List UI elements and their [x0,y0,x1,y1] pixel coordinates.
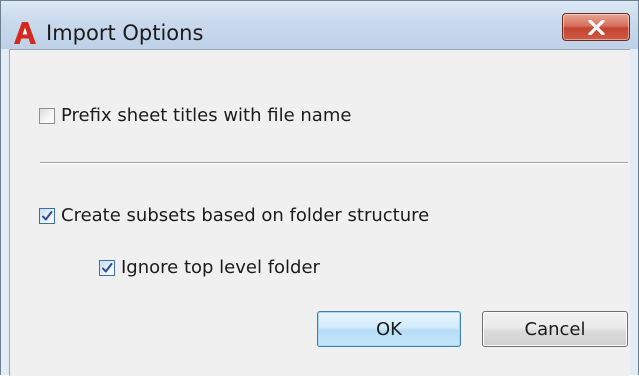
create-subsets-checkbox[interactable] [39,207,55,224]
separator [40,162,628,164]
import-options-dialog: Import Options Prefix sheet titles with … [0,0,639,376]
window-title: Import Options [46,21,204,45]
autodesk-a-icon [14,22,36,44]
create-subsets-option[interactable]: Create subsets based on folder structure [39,205,429,226]
create-subsets-label[interactable]: Create subsets based on folder structure [61,205,429,226]
prefix-titles-label[interactable]: Prefix sheet titles with file name [61,105,351,126]
checkmark-icon [42,210,53,220]
ok-button[interactable]: OK [317,311,461,347]
dialog-body: Prefix sheet titles with file name Creat… [9,49,630,376]
ignore-top-level-option[interactable]: Ignore top level folder [99,257,320,278]
prefix-titles-checkbox[interactable] [39,107,55,124]
title-bar[interactable]: Import Options [1,1,638,49]
close-button[interactable] [562,13,630,41]
ignore-top-level-label[interactable]: Ignore top level folder [121,257,320,278]
cancel-button[interactable]: Cancel [482,311,628,347]
close-icon [588,20,605,35]
ignore-top-level-checkbox[interactable] [99,259,115,276]
prefix-titles-option[interactable]: Prefix sheet titles with file name [39,105,351,126]
checkmark-icon [102,262,113,272]
